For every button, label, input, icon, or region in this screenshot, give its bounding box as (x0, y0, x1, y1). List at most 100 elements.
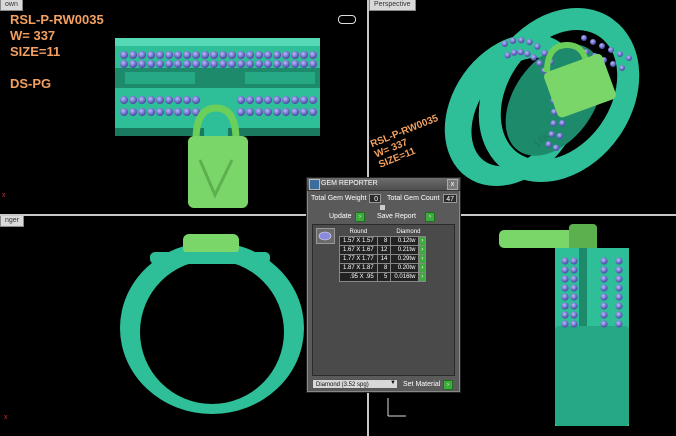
gem-stone (255, 60, 263, 68)
gem-stone (264, 60, 272, 68)
total-count-label: Total Gem Count (387, 195, 440, 202)
gem-stone (210, 51, 218, 59)
gem-reporter-dialog[interactable]: GEM REPORTER x Total Gem Weight 0 Total … (306, 177, 461, 393)
gem-stone (282, 108, 290, 116)
viewport-tab[interactable]: Perspective (369, 0, 416, 11)
gem-count: 8 (376, 236, 392, 246)
gem-stone (300, 96, 308, 104)
model-code: RSL-P-RW0035 (10, 12, 104, 27)
gem-stone (210, 60, 218, 68)
gem-stone (570, 302, 578, 310)
gem-stone (156, 108, 164, 116)
close-icon[interactable]: x (447, 179, 458, 190)
gem-stone (165, 51, 173, 59)
gem-stone (570, 266, 578, 274)
gem-count: 12 (376, 245, 392, 255)
gem-stone (120, 108, 128, 116)
gem-stone (615, 293, 623, 301)
gem-stone (518, 36, 525, 44)
row-select-button[interactable]: › (418, 236, 427, 246)
update-button[interactable]: › (355, 212, 365, 222)
gem-stone (570, 293, 578, 301)
gem-stone (147, 51, 155, 59)
gem-stone (120, 51, 128, 59)
gem-stone (610, 61, 616, 67)
gem-stone (600, 284, 608, 292)
gem-stone (570, 257, 578, 265)
gem-size: 1.67 X 1.67 (339, 245, 378, 255)
gem-stone (530, 54, 537, 61)
gem-stone (581, 35, 587, 41)
gem-stone (309, 108, 317, 116)
table-row[interactable]: 1.87 X 1.87 8 0.20tw › (339, 263, 427, 273)
gem-stone (570, 320, 578, 328)
gem-stone (129, 96, 137, 104)
table-row[interactable]: 1.57 X 1.57 8 0.12tw › (339, 236, 427, 246)
gem-stone (550, 120, 557, 127)
gem-stone (300, 51, 308, 59)
gem-stone (291, 96, 299, 104)
total-count-field[interactable]: 47 (443, 194, 457, 203)
set-material-button[interactable]: › (443, 380, 453, 390)
gem-stone (147, 60, 155, 68)
gem-stone (561, 293, 569, 301)
gem-stone (165, 96, 173, 104)
gem-stone (156, 51, 164, 59)
gem-stone (615, 311, 623, 319)
table-row[interactable]: 1.77 X 1.77 14 0.29tw › (339, 254, 427, 264)
gem-stone (228, 51, 236, 59)
gem-stone (570, 311, 578, 319)
table-row[interactable]: 1.67 X 1.67 12 0.21tw › (339, 245, 427, 255)
save-report-button[interactable]: › (425, 212, 435, 222)
gem-stone (600, 275, 608, 283)
column-header-round: Round (349, 229, 368, 235)
total-weight-field[interactable]: 0 (369, 194, 381, 203)
gem-stone (156, 96, 164, 104)
gem-stone (561, 284, 569, 292)
gem-stone (129, 108, 137, 116)
row-select-button[interactable]: › (418, 263, 427, 273)
material-select[interactable]: Diamond (3.52 spg) (312, 379, 398, 389)
collapse-icon[interactable] (380, 205, 385, 210)
set-material-label: Set Material (403, 381, 441, 388)
gem-reporter-titlebar[interactable]: GEM REPORTER x (307, 178, 460, 191)
gem-weight: 0.12tw (390, 236, 420, 246)
row-select-button[interactable]: › (418, 245, 427, 255)
gem-stone (129, 60, 137, 68)
table-row[interactable]: .95 X .95 5 0.016tw › (339, 272, 427, 282)
round-diamond-icon[interactable] (316, 228, 335, 244)
gem-stone (561, 257, 569, 265)
gem-stone (174, 51, 182, 59)
gem-stone (228, 60, 236, 68)
gem-stone (219, 51, 227, 59)
gem-stone (615, 302, 623, 310)
gem-stone (255, 108, 263, 116)
gem-stone (192, 96, 200, 104)
gem-size: 1.77 X 1.77 (339, 254, 378, 264)
gem-stone (561, 266, 569, 274)
gem-stone (273, 51, 281, 59)
weight-label: W= 337 (10, 28, 56, 43)
view-cube-icon[interactable] (338, 15, 356, 24)
gem-stone (264, 96, 272, 104)
material-code: DS-PG (10, 76, 52, 91)
gem-stone (536, 59, 543, 67)
gem-stone (138, 51, 146, 59)
gem-stone (291, 51, 299, 59)
gem-stone (600, 293, 608, 301)
viewport-tab[interactable]: nger (0, 216, 25, 227)
gem-stone (255, 51, 263, 59)
chevron-down-icon[interactable]: ▼ (390, 380, 396, 386)
row-select-button[interactable]: › (418, 272, 427, 282)
gem-stone (559, 120, 566, 127)
gem-stone (255, 96, 263, 104)
viewport-tab[interactable]: own (0, 0, 23, 11)
gem-reporter-title: GEM REPORTER (321, 180, 378, 187)
gem-stone (615, 284, 623, 292)
row-select-button[interactable]: › (418, 254, 427, 264)
gem-stone (246, 51, 254, 59)
gem-table: Round Diamond 1.57 X 1.57 8 0.12tw › 1.67 X … (339, 228, 427, 282)
gem-stone (561, 275, 569, 283)
ring-info-text: RSL-P-RW0035 W= 337 SIZE=11 DS-PG (10, 12, 104, 92)
